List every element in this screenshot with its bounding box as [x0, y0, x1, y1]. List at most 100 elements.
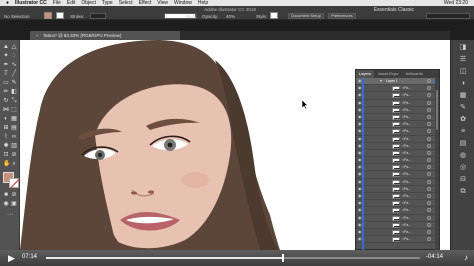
expand-arrow-icon[interactable]: ▾: [380, 78, 382, 84]
layer-item-name[interactable]: <Pa...: [402, 200, 411, 206]
pathfinder-panel-icon[interactable]: ⧉: [459, 188, 467, 196]
layer-item-name[interactable]: <Pa...: [402, 100, 411, 106]
layer-item-row[interactable]: ◉ <Pa...: [356, 207, 439, 215]
play-icon[interactable]: ▶: [8, 253, 18, 263]
layer-item-name[interactable]: <Pa...: [402, 121, 411, 127]
magic-wand-tool-icon[interactable]: ✦: [3, 53, 9, 59]
layers-panel-icon[interactable]: ◫: [459, 68, 467, 76]
layer-item-name[interactable]: <Pa...: [402, 222, 411, 228]
selection-tool-icon[interactable]: ▲: [3, 44, 9, 50]
target-circle-icon[interactable]: [427, 229, 431, 234]
target-circle-icon[interactable]: [427, 179, 431, 184]
layer-item-row[interactable]: ◉ <Pa...: [356, 229, 439, 237]
target-circle-icon[interactable]: [427, 143, 431, 148]
layer-item-name[interactable]: <Pa...: [402, 186, 411, 192]
target-circle-icon[interactable]: [427, 237, 431, 242]
screen-mode-icon[interactable]: ▣: [11, 201, 17, 207]
color-panel-icon[interactable]: ◑: [459, 80, 467, 88]
target-circle-icon[interactable]: [427, 107, 431, 112]
edit-toolbar-icon[interactable]: ⋯: [7, 212, 13, 218]
target-circle-icon[interactable]: [427, 186, 431, 191]
layer-item-name[interactable]: <Pa...: [402, 171, 411, 177]
appearance-panel-icon[interactable]: ◎: [459, 164, 467, 172]
seek-handle[interactable]: [281, 254, 284, 262]
symbols-panel-icon[interactable]: ✿: [459, 116, 467, 124]
zoom-tool-icon[interactable]: ⌕: [11, 161, 17, 167]
target-circle-icon[interactable]: [427, 93, 431, 98]
layer-item-name[interactable]: <Pa...: [402, 136, 411, 142]
tab-asset-export[interactable]: Asset Expo: [375, 70, 401, 78]
gradient-panel-icon[interactable]: ▤: [459, 140, 467, 148]
color-mode-icon[interactable]: ■: [3, 192, 9, 198]
scrollbar-thumb[interactable]: [436, 90, 438, 130]
swatches-panel-icon[interactable]: ▦: [459, 92, 467, 100]
paintbrush-tool-icon[interactable]: ✎: [11, 80, 17, 86]
layer-item-row[interactable]: ◉ <Pa...: [356, 114, 439, 122]
target-circle-icon[interactable]: [427, 136, 431, 141]
layer-item-name[interactable]: <Pa...: [402, 215, 411, 221]
symbol-sprayer-tool-icon[interactable]: ✺: [3, 143, 9, 149]
stroke-panel-icon[interactable]: ≡: [459, 128, 467, 136]
width-tool-icon[interactable]: ⋈: [3, 107, 9, 113]
line-tool-icon[interactable]: ╱: [11, 71, 17, 77]
document-tab[interactable]: × Tattoo* @ 83.33% (RGB/GPU Preview): [30, 31, 180, 40]
stroke-color-swatch[interactable]: [56, 12, 64, 19]
fill-color-swatch[interactable]: [44, 12, 52, 19]
layer-item-row[interactable]: ◉ <Pa...: [356, 85, 439, 93]
layer-item-name[interactable]: <Pa...: [402, 207, 411, 213]
mesh-tool-icon[interactable]: ⊞: [3, 125, 9, 131]
target-circle-icon[interactable]: [427, 86, 431, 91]
none-mode-icon[interactable]: ⊘: [11, 192, 17, 198]
pencil-tool-icon[interactable]: ✏: [3, 89, 9, 95]
layer-item-row[interactable]: ◉ <Pa...: [356, 215, 439, 222]
layer-item-name[interactable]: <Pa...: [402, 114, 411, 120]
stroke-label[interactable]: Stroke:: [70, 14, 84, 19]
layer-item-row[interactable]: ◉ <Pa...: [356, 92, 439, 100]
layer-item-row[interactable]: ◉ <Pa...: [356, 100, 439, 107]
close-tab-icon[interactable]: ×: [36, 33, 39, 38]
target-circle-icon[interactable]: [427, 129, 431, 134]
layer-item-row[interactable]: ◉ <Pa...: [356, 121, 439, 129]
tab-artboards[interactable]: Artboards: [403, 70, 426, 78]
eraser-tool-icon[interactable]: ◧: [11, 89, 17, 95]
free-transform-tool-icon[interactable]: ⬚: [11, 107, 17, 113]
document-setup-button[interactable]: Document Setup: [288, 13, 324, 19]
layer-item-name[interactable]: <Pa...: [402, 164, 411, 170]
target-circle-icon[interactable]: [427, 222, 431, 227]
libraries-panel-icon[interactable]: ☰: [459, 56, 467, 64]
rectangle-tool-icon[interactable]: ▭: [3, 80, 9, 86]
direct-selection-tool-icon[interactable]: △: [11, 44, 17, 50]
layer-item-row[interactable]: ◉ <Pa...: [356, 200, 439, 208]
type-tool-icon[interactable]: T: [3, 71, 9, 77]
workspace-switcher[interactable]: Essentials Classic: [374, 7, 414, 13]
layer-name[interactable]: Layer 1: [386, 78, 398, 84]
stroke-swatch[interactable]: [9, 178, 19, 188]
align-panel-icon[interactable]: ⊟: [459, 176, 467, 184]
properties-panel-icon[interactable]: ◨: [459, 44, 467, 52]
layer-item-name[interactable]: <Pa...: [402, 236, 411, 242]
hand-tool-icon[interactable]: ✋: [3, 161, 10, 167]
layer-item-name[interactable]: <Pa...: [402, 143, 411, 149]
target-circle-icon[interactable]: [427, 172, 431, 177]
layer-item-row[interactable]: ◉ <Pa...: [356, 164, 439, 172]
stroke-weight-field[interactable]: [90, 13, 106, 19]
shape-builder-tool-icon[interactable]: ◐: [3, 116, 9, 122]
rotate-tool-icon[interactable]: ↻: [3, 98, 9, 104]
layer-item-row[interactable]: ◉ <Pa...: [356, 236, 439, 244]
target-circle-icon[interactable]: [427, 165, 431, 170]
layer-item-row[interactable]: ◉ <Pa...: [356, 193, 439, 201]
artboard-tool-icon[interactable]: ⊡: [3, 152, 9, 158]
layer-item-name[interactable]: <Pa...: [402, 157, 411, 163]
scale-tool-icon[interactable]: ⤡: [11, 98, 17, 104]
panel-scrollbar[interactable]: [435, 78, 439, 251]
layer-item-row[interactable]: ◉ <Pa...: [356, 150, 439, 158]
draw-mode-icon[interactable]: ◉: [3, 201, 9, 207]
target-circle-icon[interactable]: [427, 215, 431, 220]
layer-item-row[interactable]: ◉ <Pa...: [356, 143, 439, 150]
target-circle-icon[interactable]: [427, 158, 431, 163]
target-circle-icon[interactable]: [427, 100, 431, 105]
perspective-grid-tool-icon[interactable]: ▦: [11, 116, 17, 122]
layer-item-row[interactable]: ◉ <Pa...: [356, 222, 439, 229]
graphic-style-swatch[interactable]: [270, 12, 278, 19]
layer-item-row[interactable]: ◉ <Pa...: [356, 157, 439, 165]
